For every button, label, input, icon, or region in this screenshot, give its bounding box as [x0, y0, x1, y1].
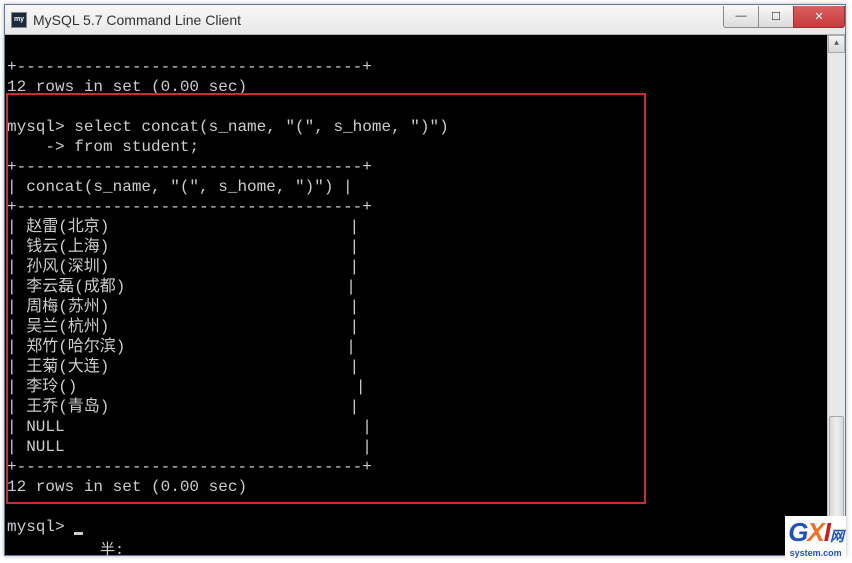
titlebar[interactable]: my MySQL 5.7 Command Line Client — ☐ ✕ — [5, 5, 845, 35]
table-row: | 李玲() | — [7, 378, 365, 396]
terminal-output[interactable]: +------------------------------------+ 1… — [5, 35, 845, 555]
sql-query-line2: from student; — [74, 138, 199, 156]
table-row: | 吴兰(杭州) | — [7, 318, 359, 336]
separator-line: +------------------------------------+ — [7, 58, 372, 76]
table-separator: +------------------------------------+ — [7, 198, 372, 216]
table-row: | 周梅(苏州) | — [7, 298, 359, 316]
watermark: GXI网 system.com — [785, 516, 846, 559]
table-row: | 王乔(青岛) | — [7, 398, 359, 416]
table-row: | NULL | — [7, 418, 372, 436]
table-row: | 郑竹(哈尔滨) | — [7, 338, 356, 356]
result-summary: 12 rows in set (0.00 sec) — [7, 78, 247, 96]
maximize-button[interactable]: ☐ — [758, 6, 794, 28]
close-button[interactable]: ✕ — [793, 6, 845, 28]
app-icon: my — [11, 12, 27, 28]
table-row: | 王菊(大连) | — [7, 358, 359, 376]
table-separator: +------------------------------------+ — [7, 458, 372, 476]
window-controls: — ☐ ✕ — [724, 6, 845, 28]
minimize-icon: — — [736, 10, 747, 22]
minimize-button[interactable]: — — [723, 6, 759, 28]
table-header: | concat(s_name, "(", s_home, ")") | — [7, 178, 353, 196]
app-window: my MySQL 5.7 Command Line Client — ☐ ✕ +… — [4, 4, 846, 556]
table-row: | 钱云(上海) | — [7, 238, 359, 256]
vertical-scrollbar[interactable]: ▲ ▼ — [827, 35, 845, 555]
table-separator: +------------------------------------+ — [7, 158, 372, 176]
scrollbar-track[interactable] — [828, 53, 845, 537]
scroll-up-button[interactable]: ▲ — [828, 35, 845, 53]
close-icon: ✕ — [814, 10, 823, 23]
result-summary: 12 rows in set (0.00 sec) — [7, 478, 247, 496]
scrollbar-thumb[interactable] — [829, 416, 844, 532]
table-row: | 李云磊(成都) | — [7, 278, 356, 296]
ime-status: 半: — [100, 538, 124, 559]
prompt: mysql> — [7, 518, 74, 536]
continuation-prompt: -> — [7, 138, 74, 156]
table-row: | 孙风(深圳) | — [7, 258, 359, 276]
maximize-icon: ☐ — [771, 10, 781, 23]
prompt: mysql> — [7, 118, 74, 136]
window-title: MySQL 5.7 Command Line Client — [33, 12, 724, 28]
sql-query-line1: select concat(s_name, "(", s_home, ")") — [74, 118, 448, 136]
cursor — [74, 532, 83, 535]
table-row: | NULL | — [7, 438, 372, 456]
table-row: | 赵雷(北京) | — [7, 218, 359, 236]
